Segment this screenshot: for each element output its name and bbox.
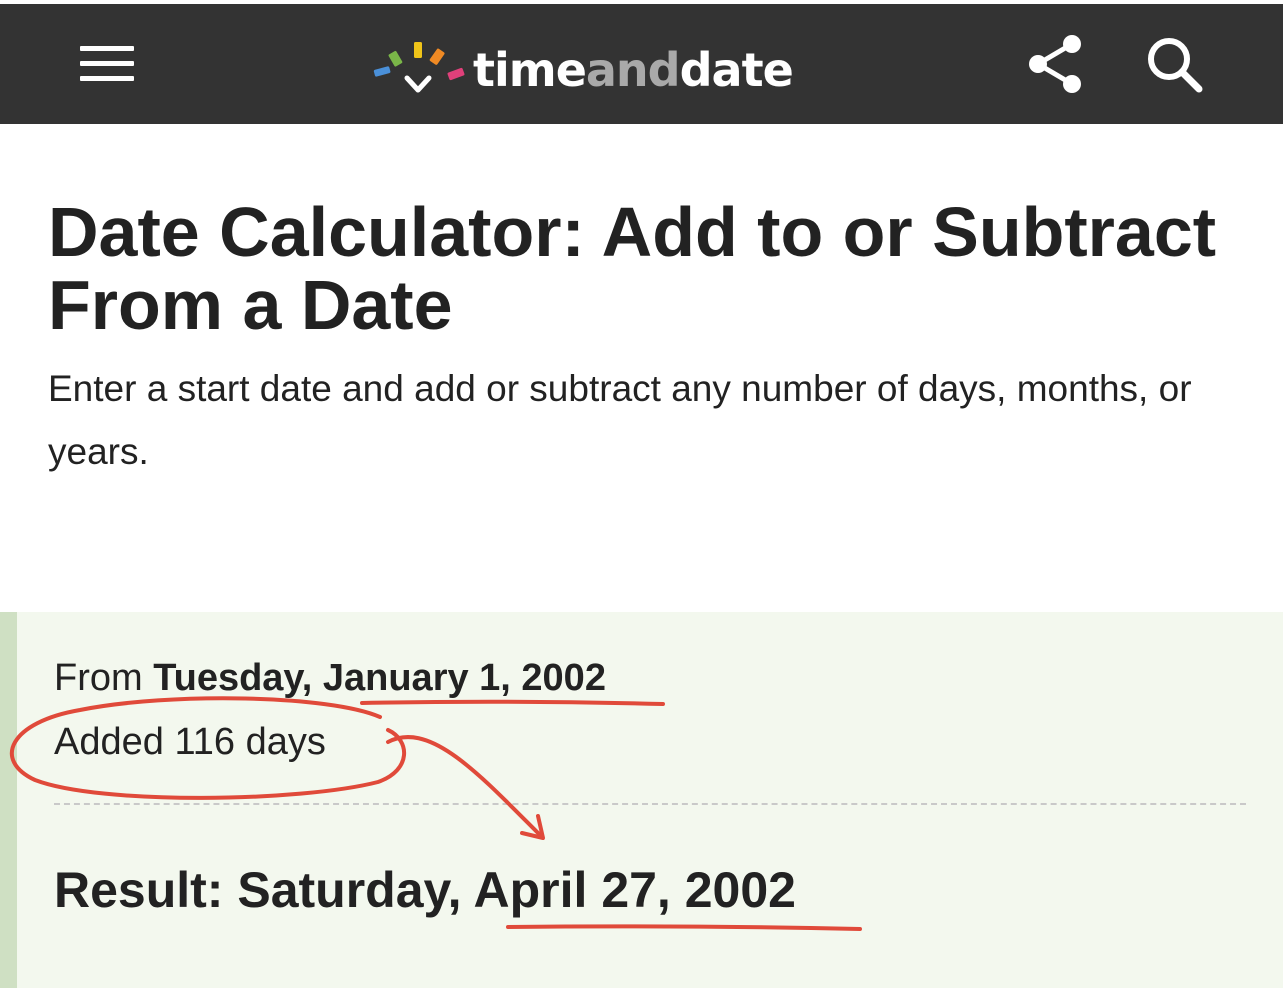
dashed-divider	[54, 803, 1246, 805]
added-days-line: Added 116 days	[54, 721, 326, 763]
logo-wordmark: timeanddate	[473, 40, 794, 100]
hamburger-menu-icon[interactable]	[80, 42, 134, 84]
from-date: Tuesday, January 1, 2002	[153, 657, 606, 699]
page-intro: Enter a start date and add or subtract a…	[48, 368, 1192, 472]
logo-text-time: time	[473, 43, 587, 97]
result-date: Result: Saturday, April 27, 2002	[54, 862, 796, 918]
logo-text-and: and	[585, 43, 681, 97]
from-date-line: From Tuesday, January 1, 2002	[54, 653, 606, 703]
page-title: Date Calculator: Add to or Subtract From…	[48, 193, 1217, 344]
from-prefix: From	[54, 657, 143, 699]
top-navigation-bar: timeanddate	[0, 4, 1283, 124]
logo-text-date: date	[679, 43, 794, 97]
search-icon[interactable]	[1144, 34, 1206, 96]
timeanddate-logo[interactable]: timeanddate	[370, 40, 794, 100]
logo-mark-icon	[373, 42, 465, 93]
share-icon[interactable]	[1024, 32, 1086, 96]
